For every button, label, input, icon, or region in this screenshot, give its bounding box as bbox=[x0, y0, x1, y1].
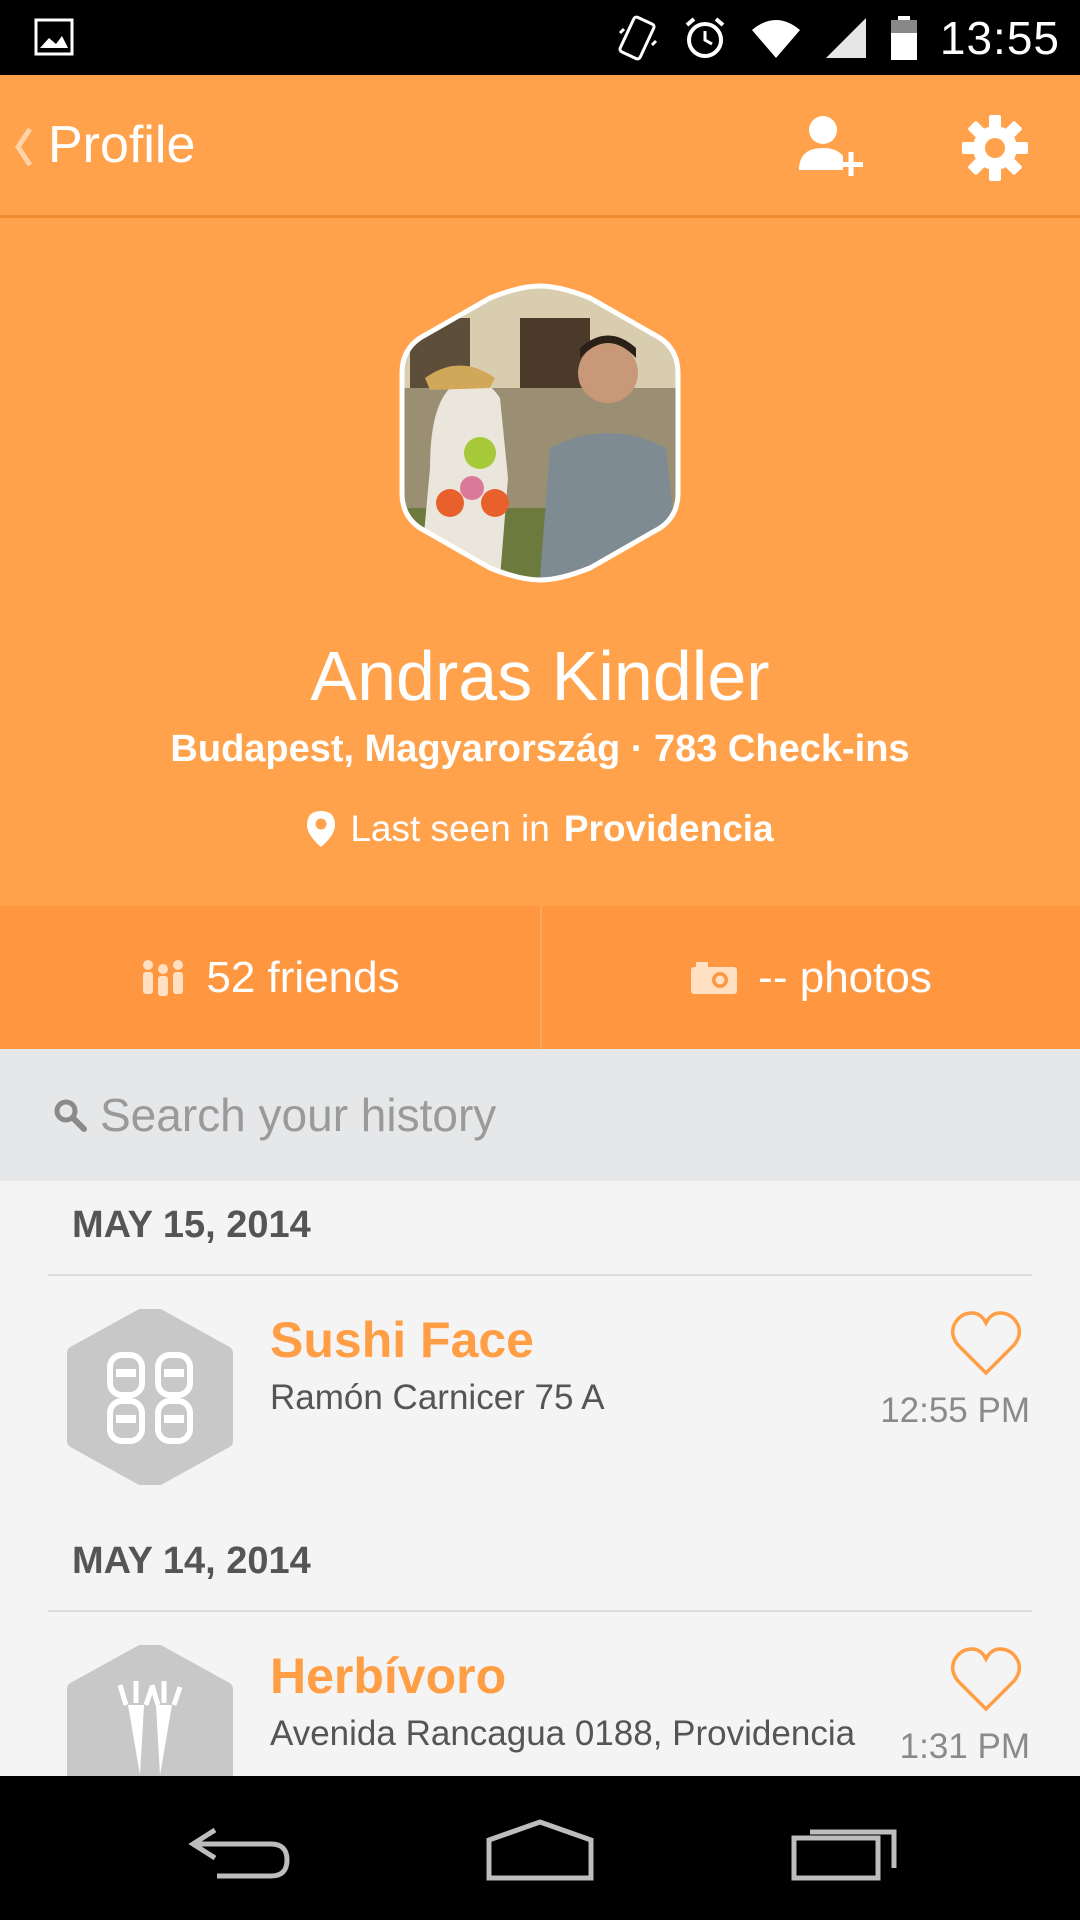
system-nav-bar bbox=[0, 1776, 1080, 1920]
profile-stats: 52 friends -- photos bbox=[0, 906, 1080, 1049]
heart-icon[interactable] bbox=[950, 1311, 1022, 1377]
profile-location-checkins: Budapest, Magyarország · 783 Check-ins bbox=[170, 728, 910, 770]
photos-stat[interactable]: -- photos bbox=[540, 906, 1080, 1049]
last-seen-place[interactable]: Providencia bbox=[564, 808, 774, 850]
divider bbox=[48, 1610, 1032, 1612]
divider bbox=[48, 1274, 1032, 1276]
friends-stat[interactable]: 52 friends bbox=[0, 906, 540, 1049]
history-date-header: MAY 15, 2014 bbox=[72, 1204, 311, 1246]
photos-count: -- bbox=[758, 952, 788, 1002]
clock-time: 13:55 bbox=[939, 11, 1060, 64]
venue-name[interactable]: Herbívoro bbox=[270, 1647, 506, 1705]
last-seen-label: Last seen in bbox=[350, 808, 550, 849]
friends-group-icon bbox=[143, 959, 184, 996]
status-bar: 13:55 bbox=[0, 0, 1080, 75]
vibrate-icon bbox=[618, 15, 657, 60]
profile-header: Andras Kindler Budapest, Magyarország · … bbox=[0, 218, 1080, 906]
search-input[interactable] bbox=[100, 1079, 1000, 1151]
gallery-notification-icon bbox=[34, 18, 74, 56]
camera-icon bbox=[691, 961, 738, 994]
checkin-time: 1:31 PM bbox=[899, 1727, 1030, 1766]
photos-label: photos bbox=[799, 952, 932, 1002]
venue-name[interactable]: Sushi Face bbox=[270, 1311, 534, 1369]
alarm-icon bbox=[685, 16, 725, 58]
location-pin-icon bbox=[307, 811, 336, 847]
last-seen: Last seen in Providencia bbox=[0, 808, 1080, 850]
chevron-left-icon[interactable] bbox=[10, 125, 36, 169]
signal-icon bbox=[825, 17, 866, 58]
sushi-icon bbox=[67, 1309, 233, 1485]
history-search-bar bbox=[0, 1049, 1080, 1181]
search-icon bbox=[54, 1099, 87, 1132]
friends-label: friends bbox=[267, 952, 400, 1002]
vegetables-icon bbox=[67, 1645, 233, 1776]
checkin-time: 12:55 PM bbox=[880, 1391, 1030, 1430]
heart-icon[interactable] bbox=[950, 1647, 1022, 1713]
friends-count: 52 bbox=[206, 952, 256, 1002]
recents-nav-icon[interactable] bbox=[790, 1816, 900, 1886]
venue-address: Avenida Rancagua 0188, Providencia bbox=[270, 1714, 856, 1753]
profile-name: Andras Kindler bbox=[310, 637, 770, 715]
profile-avatar[interactable] bbox=[390, 278, 690, 588]
checkin-history-list: MAY 15, 2014 Sushi Face Ramón Carnicer 7… bbox=[0, 1181, 1080, 1776]
venue-address: Ramón Carnicer 75 A bbox=[270, 1378, 605, 1417]
wifi-icon bbox=[751, 19, 800, 58]
settings-gear-icon[interactable] bbox=[960, 113, 1030, 183]
battery-icon bbox=[890, 15, 917, 60]
page-title[interactable]: Profile bbox=[48, 115, 195, 175]
home-nav-icon[interactable] bbox=[485, 1816, 595, 1886]
back-nav-icon[interactable] bbox=[185, 1816, 295, 1886]
add-friend-icon[interactable] bbox=[795, 110, 865, 185]
history-date-header: MAY 14, 2014 bbox=[72, 1540, 311, 1582]
app-bar: Profile bbox=[0, 75, 1080, 218]
